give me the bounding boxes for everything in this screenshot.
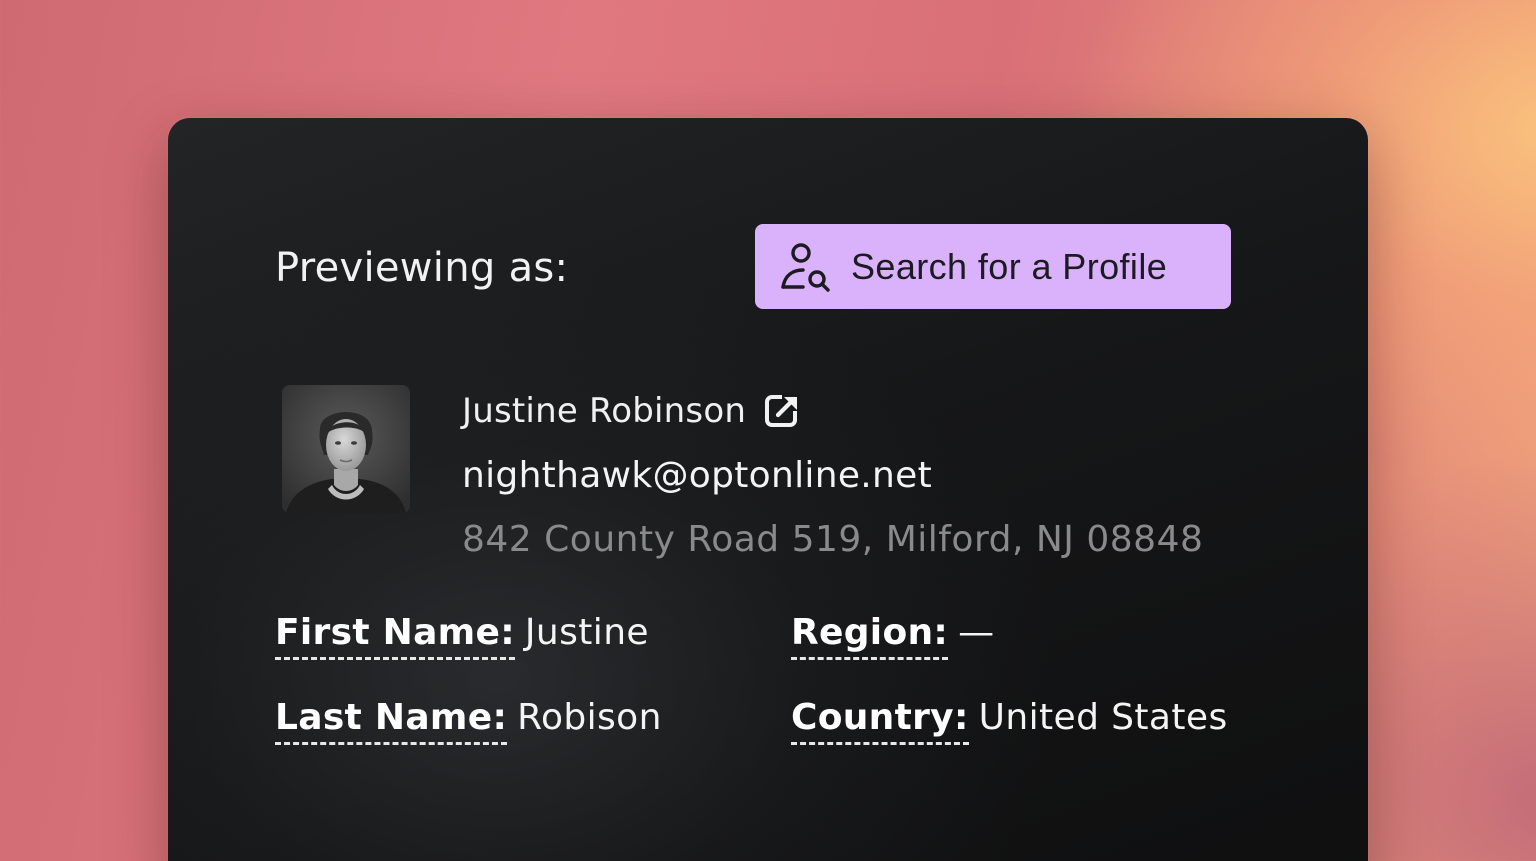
search-profile-button-label: Search for a Profile	[851, 245, 1168, 287]
external-link-icon[interactable]	[764, 393, 801, 429]
first-name-label[interactable]: First Name:	[275, 612, 515, 660]
profile-preview-card: Previewing as: Search for a Profile Just…	[168, 118, 1368, 861]
last-name-value: Robison	[517, 697, 662, 738]
first-name-field: First Name: Justine	[275, 608, 649, 660]
country-value: United States	[978, 697, 1228, 738]
avatar	[282, 385, 410, 513]
profile-name-row: Justine Robinson	[462, 386, 801, 436]
profile-name: Justine Robinson	[462, 391, 747, 431]
previewing-label: Previewing as:	[275, 245, 569, 291]
country-field: Country: United States	[791, 693, 1228, 745]
country-label[interactable]: Country:	[791, 697, 969, 745]
profile-address: 842 County Road 519, Milford, NJ 08848	[462, 519, 1204, 560]
region-field: Region: —	[791, 608, 995, 660]
profile-email: nighthawk@optonline.net	[462, 455, 932, 496]
region-value: —	[958, 612, 995, 653]
search-profile-button[interactable]: Search for a Profile	[755, 224, 1231, 309]
last-name-label[interactable]: Last Name:	[275, 697, 508, 745]
region-label[interactable]: Region:	[791, 612, 949, 660]
user-search-icon	[777, 239, 833, 295]
first-name-value: Justine	[524, 612, 649, 653]
last-name-field: Last Name: Robison	[275, 693, 662, 745]
